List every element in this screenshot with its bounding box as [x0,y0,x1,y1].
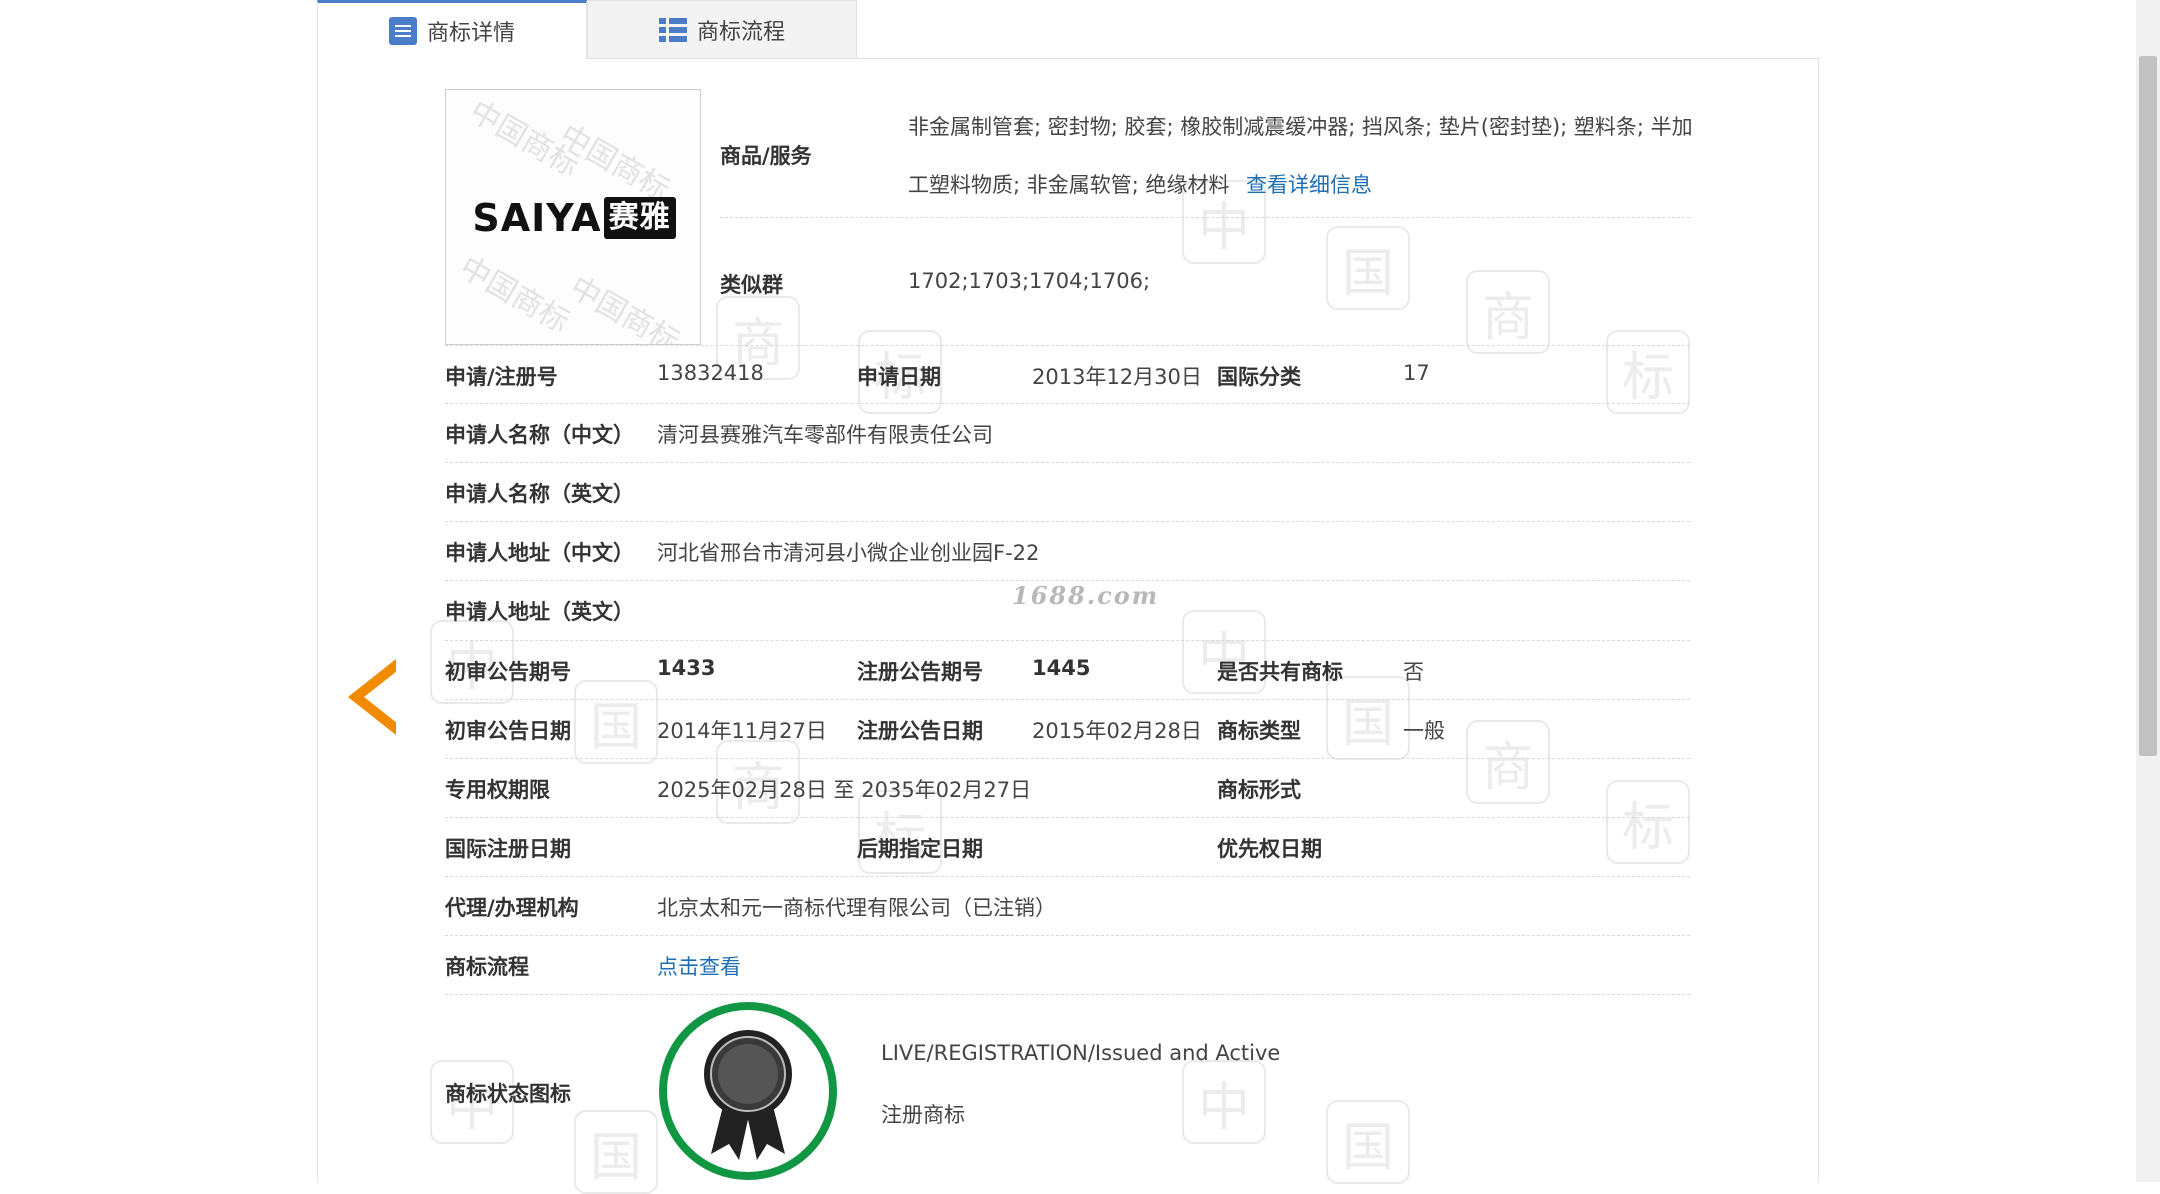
applicant-cn-value: 清河县赛雅汽车零部件有限责任公司 [657,423,993,447]
list-icon [658,16,687,44]
address-cn-value: 河北省邢台市清河县小微企业创业园F-22 [657,541,1040,565]
reg-issue-value: 1445 [1032,656,1091,680]
process-link[interactable]: 点击查看 [657,951,741,981]
logo-text-en: SAIYA [472,196,602,240]
intl-class-value: 17 [1403,361,1430,385]
row-exclusive-period: 专用权期限 2025年02月28日 至 2035年02月27日 商标形式 [445,759,1690,818]
prelim-date-label: 初审公告日期 [445,719,571,743]
address-cn-label: 申请人地址（中文） [445,541,634,565]
mark-type-value: 一般 [1403,719,1445,743]
row-issue-date: 初审公告日期 2014年11月27日 注册公告日期 2015年02月28日 商标… [445,700,1690,759]
registered-seal-icon [659,1002,837,1180]
status-en: LIVE/REGISTRATION/Issued and Active [881,1041,1281,1065]
intl-class-label: 国际分类 [1217,365,1301,389]
goods-line2: 工塑料物质; 非金属软管; 绝缘材料 [908,173,1230,197]
row-applicant-cn: 申请人名称（中文） 清河县赛雅汽车零部件有限责任公司 [445,404,1690,463]
row-address-en: 申请人地址（英文） 1688.com [445,581,1690,641]
watermark-tile: 国 [1326,1100,1410,1184]
reg-no-label: 申请/注册号 [445,365,558,389]
mark-form-label: 商标形式 [1217,778,1301,802]
watermark-tile: 中 [1182,1060,1266,1144]
goods-line1: 非金属制管套; 密封物; 胶套; 橡胶制减震缓冲器; 挡风条; 垫片(密封垫);… [908,115,1693,139]
row-goods: 商品/服务 非金属制管套; 密封物; 胶套; 橡胶制减震缓冲器; 挡风条; 垫片… [720,89,1693,218]
scrollbar-thumb[interactable] [2139,56,2157,756]
row-dates-extra: 国际注册日期 后期指定日期 优先权日期 [445,818,1690,877]
row-reg-no: 申请/注册号 13832418 申请日期 2013年12月30日 国际分类 17 [445,345,1690,404]
intl-reg-date-label: 国际注册日期 [445,837,571,861]
trademark-image[interactable]: 中国商标 中国商标 中国商标 中国商标 SAIYA 赛雅 [445,89,701,345]
process-label: 商标流程 [445,955,529,979]
view-details-link[interactable]: 查看详细信息 [1246,169,1372,199]
similar-group-label: 类似群 [720,273,783,297]
applicant-en-label: 申请人名称（英文） [445,482,634,506]
tab-label: 商标流程 [696,19,785,45]
logo-watermark: 中国商标 [563,269,685,345]
apply-date-value: 2013年12月30日 [1032,365,1202,389]
row-address-cn: 申请人地址（中文） 河北省邢台市清河县小微企业创业园F-22 [445,522,1690,581]
goods-label: 商品/服务 [720,144,812,168]
page-scrollbar[interactable] [2136,0,2160,1182]
row-issue-no: 初审公告期号 1433 注册公告期号 1445 是否共有商标 否 [445,641,1690,700]
reg-no-value: 13832418 [657,361,764,385]
prelim-issue-value: 1433 [657,656,716,680]
tab-label: 商标详情 [426,21,515,46]
agent-value: 北京太和元一商标代理有限公司（已注销） [657,896,1056,920]
reg-date-label: 注册公告日期 [857,719,983,743]
shared-mark-label: 是否共有商标 [1217,660,1343,684]
later-date-label: 后期指定日期 [857,837,983,861]
reg-date-value: 2015年02月28日 [1032,719,1202,743]
mark-type-label: 商标类型 [1217,719,1301,743]
row-applicant-en: 申请人名称（英文） [445,463,1690,522]
document-icon [388,17,417,45]
row-agent: 代理/办理机构 北京太和元一商标代理有限公司（已注销） [445,877,1690,936]
tab-trademark-detail[interactable]: 商标详情 [317,0,587,59]
logo-watermark: 中国商标 [453,249,575,341]
site-watermark: 1688.com [1012,581,1160,610]
address-en-label: 申请人地址（英文） [445,600,634,624]
tab-trademark-process[interactable]: 商标流程 [587,0,857,58]
prev-arrow-icon[interactable] [348,659,397,735]
prelim-date-value: 2014年11月27日 [657,719,827,743]
shared-mark-value: 否 [1403,660,1424,684]
status-cn: 注册商标 [881,1103,965,1127]
exclusive-period-value: 2025年02月28日 至 2035年02月27日 [657,778,1032,802]
prelim-issue-label: 初审公告期号 [445,660,571,684]
trademark-logo: SAIYA 赛雅 [463,194,685,242]
exclusive-period-label: 专用权期限 [445,778,550,802]
logo-text-cn: 赛雅 [603,197,676,239]
priority-date-label: 优先权日期 [1217,837,1322,861]
row-process: 商标流程 点击查看 [445,936,1690,995]
status-label: 商标状态图标 [445,1082,571,1106]
applicant-cn-label: 申请人名称（中文） [445,423,634,447]
watermark-tile: 国 [574,1110,658,1194]
similar-group-value: 1702;1703;1704;1706; [908,269,1151,293]
reg-issue-label: 注册公告期号 [857,660,983,684]
row-similar-group: 类似群 1702;1703;1704;1706; [720,218,1690,345]
apply-date-label: 申请日期 [857,365,941,389]
agent-label: 代理/办理机构 [445,896,579,920]
